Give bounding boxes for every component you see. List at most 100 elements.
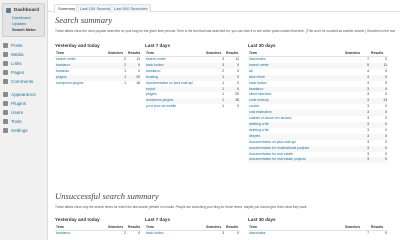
search-term-link[interactable]: plugins: [56, 75, 67, 79]
search-term-link[interactable]: wordpress plugins: [146, 98, 173, 102]
column-heading: Last 30 days: [248, 43, 276, 48]
search-term-link[interactable]: cost estimation: [249, 110, 272, 114]
table-row: bandaroo 2 0: [55, 231, 141, 237]
search-term-link[interactable]: bananas: [56, 69, 69, 73]
search-term-link[interactable]: back button: [146, 231, 164, 235]
term-cell: wordpress plugins: [55, 81, 107, 87]
search-term-link[interactable]: code markup: [249, 98, 269, 102]
search-term-link[interactable]: akut chere: [249, 75, 265, 79]
search-term-link[interactable]: back button: [249, 81, 267, 85]
search-term-link[interactable]: documentation on java mail api: [249, 140, 296, 144]
search-term-link[interactable]: yo te jeux de mobile: [146, 104, 176, 108]
dashboard-menu: Dashboard Dashboard Updates Search Meter: [2, 3, 45, 37]
sidebar-item-label: Appearance: [11, 92, 36, 97]
search-term-link[interactable]: documentation for multinational projects: [249, 146, 309, 150]
summary-column-today: Yesterday and today Term Searches Result…: [55, 43, 141, 87]
search-term-link[interactable]: diacoriates: [249, 57, 265, 61]
search-term-link[interactable]: deleting a file: [249, 128, 269, 132]
column-header-results: Results: [225, 224, 240, 231]
search-term-link[interactable]: wordpress plugins: [56, 81, 83, 85]
term-cell: bandaroo: [55, 231, 107, 237]
sidebar-item-label: Media: [11, 52, 24, 57]
table-row: wordpress plugins 1 18: [55, 81, 141, 87]
results-cell: 0: [237, 104, 239, 109]
unsuccessful-description: These tables show only the search terms …: [55, 205, 308, 209]
comments-icon: [3, 79, 8, 84]
term-cell: back button: [145, 231, 205, 237]
search-term-link[interactable]: ab: [249, 69, 253, 73]
search-term-link[interactable]: deryeni: [249, 134, 260, 138]
search-term-link[interactable]: bandaroo: [146, 69, 160, 73]
tab-last-500-searches[interactable]: Last 500 Searches: [110, 4, 152, 12]
column-heading: Yesterday and today: [55, 43, 100, 48]
search-term-link[interactable]: bandaroo: [56, 63, 70, 67]
sidebar-item-comments[interactable]: Comments: [0, 77, 47, 86]
sidebar-subitem-label: Dashboard: [12, 16, 31, 20]
search-term-link[interactable]: documentation on java mail api: [146, 81, 193, 85]
appearance-icon: [3, 92, 8, 97]
table-row: yo te jeux de mobile 1 0: [145, 104, 240, 110]
sidebar-item-label: Tools: [11, 119, 22, 124]
media-icon: [3, 52, 8, 57]
searches-cell: 1: [124, 80, 126, 85]
searches-cell: 1: [222, 104, 224, 109]
column-heading: Last 7 days: [145, 43, 171, 48]
users-icon: [3, 110, 8, 115]
summary-description: These tables show the most popular searc…: [55, 29, 395, 33]
search-term-link[interactable]: documentation for real estate projects: [249, 157, 306, 161]
rows: search meter 3 11 back button 3 0 bandaroo 2 0 bo…: [145, 57, 240, 111]
results-cell: 18: [136, 80, 140, 85]
sidebar-item-settings[interactable]: Settings: [0, 126, 47, 135]
unsuccessful-column-30-days: Last 30 days Term Searches Results diaco…: [248, 217, 388, 237]
results-cell: 0: [237, 231, 239, 235]
sidebar-item-pages[interactable]: Pages: [0, 68, 47, 77]
search-term-link[interactable]: search meter: [56, 57, 76, 61]
sidebar-subitem-search-meter[interactable]: Search Meter: [6, 27, 42, 33]
search-term-link[interactable]: search meter: [249, 63, 269, 67]
term-cell: yo te jeux de mobile: [145, 104, 205, 110]
sidebar-item-users[interactable]: Users: [0, 108, 47, 117]
sidebar-subitem-label: Updates: [12, 22, 27, 26]
search-term-link[interactable]: bandaroo: [56, 231, 70, 235]
rows: diacoriates 7 0: [248, 231, 388, 237]
term-cell: diacoriates: [248, 231, 344, 237]
unsuccessful-table-7-days: Term Searches Results back button 3 0: [145, 224, 240, 237]
sidebar-item-plugins[interactable]: Plugins: [0, 99, 47, 108]
search-term-link[interactable]: search meter: [146, 57, 166, 61]
search-term-link[interactable]: client interview: [249, 92, 271, 96]
tab-bar: Summary Last 100 Searches Last 500 Searc…: [48, 0, 400, 13]
search-term-link[interactable]: bandaroo: [249, 87, 263, 91]
dashboard-icon: [6, 8, 11, 13]
search-term-link[interactable]: cuando el doctor rex alvarez: [249, 116, 292, 120]
sidebar-item-appearance[interactable]: Appearance: [0, 90, 47, 99]
sidebar-item-links[interactable]: Links: [0, 59, 47, 68]
sidebar-item-dashboard[interactable]: Dashboard: [6, 6, 42, 15]
rows: search meter 2 11 bandaroo 2 0 bananas 1 0 plugin…: [55, 57, 141, 87]
column-heading: Last 7 days: [145, 217, 171, 222]
search-term-link[interactable]: deleting a file: [249, 122, 269, 126]
table-row: diacoriates 7 0: [248, 231, 388, 237]
rows: diacoriates 7 0 search meter 5 11 ab 4 0 akut che…: [248, 57, 388, 164]
column-header-results: Results: [127, 224, 141, 231]
column-header-results: Results: [225, 50, 240, 57]
sidebar-item-posts[interactable]: Posts: [0, 41, 47, 50]
summary-column-30-days: Last 30 days Term Searches Results diaco…: [248, 43, 388, 164]
search-term-link[interactable]: plugins: [146, 92, 157, 96]
sidebar-item-tools[interactable]: Tools: [0, 117, 47, 126]
unsuccessful-table-30-days: Term Searches Results diacoriates 7 0: [248, 224, 388, 237]
main-content: Search summary These tables show the mos…: [48, 12, 400, 240]
search-term-link[interactable]: back button: [146, 63, 164, 67]
sidebar-item-label: Comments: [11, 79, 34, 84]
search-term-link[interactable]: export: [146, 87, 155, 91]
section-title-unsuccessful: Unsuccessful search summary: [55, 191, 159, 201]
search-term-link[interactable]: condor: [249, 104, 259, 108]
sidebar-item-label: Links: [11, 61, 22, 66]
search-term-link[interactable]: documentation for real estate: [249, 152, 293, 156]
search-term-link[interactable]: diacoriates: [249, 231, 265, 235]
sidebar-item-media[interactable]: Media: [0, 50, 47, 59]
search-term-link[interactable]: booking: [146, 75, 158, 79]
searches-cell: 7: [367, 231, 369, 235]
column-heading: Yesterday and today: [55, 217, 100, 222]
unsuccessful-column-7-days: Last 7 days Term Searches Results back b…: [145, 217, 240, 237]
searches-cell: 3: [344, 157, 370, 164]
